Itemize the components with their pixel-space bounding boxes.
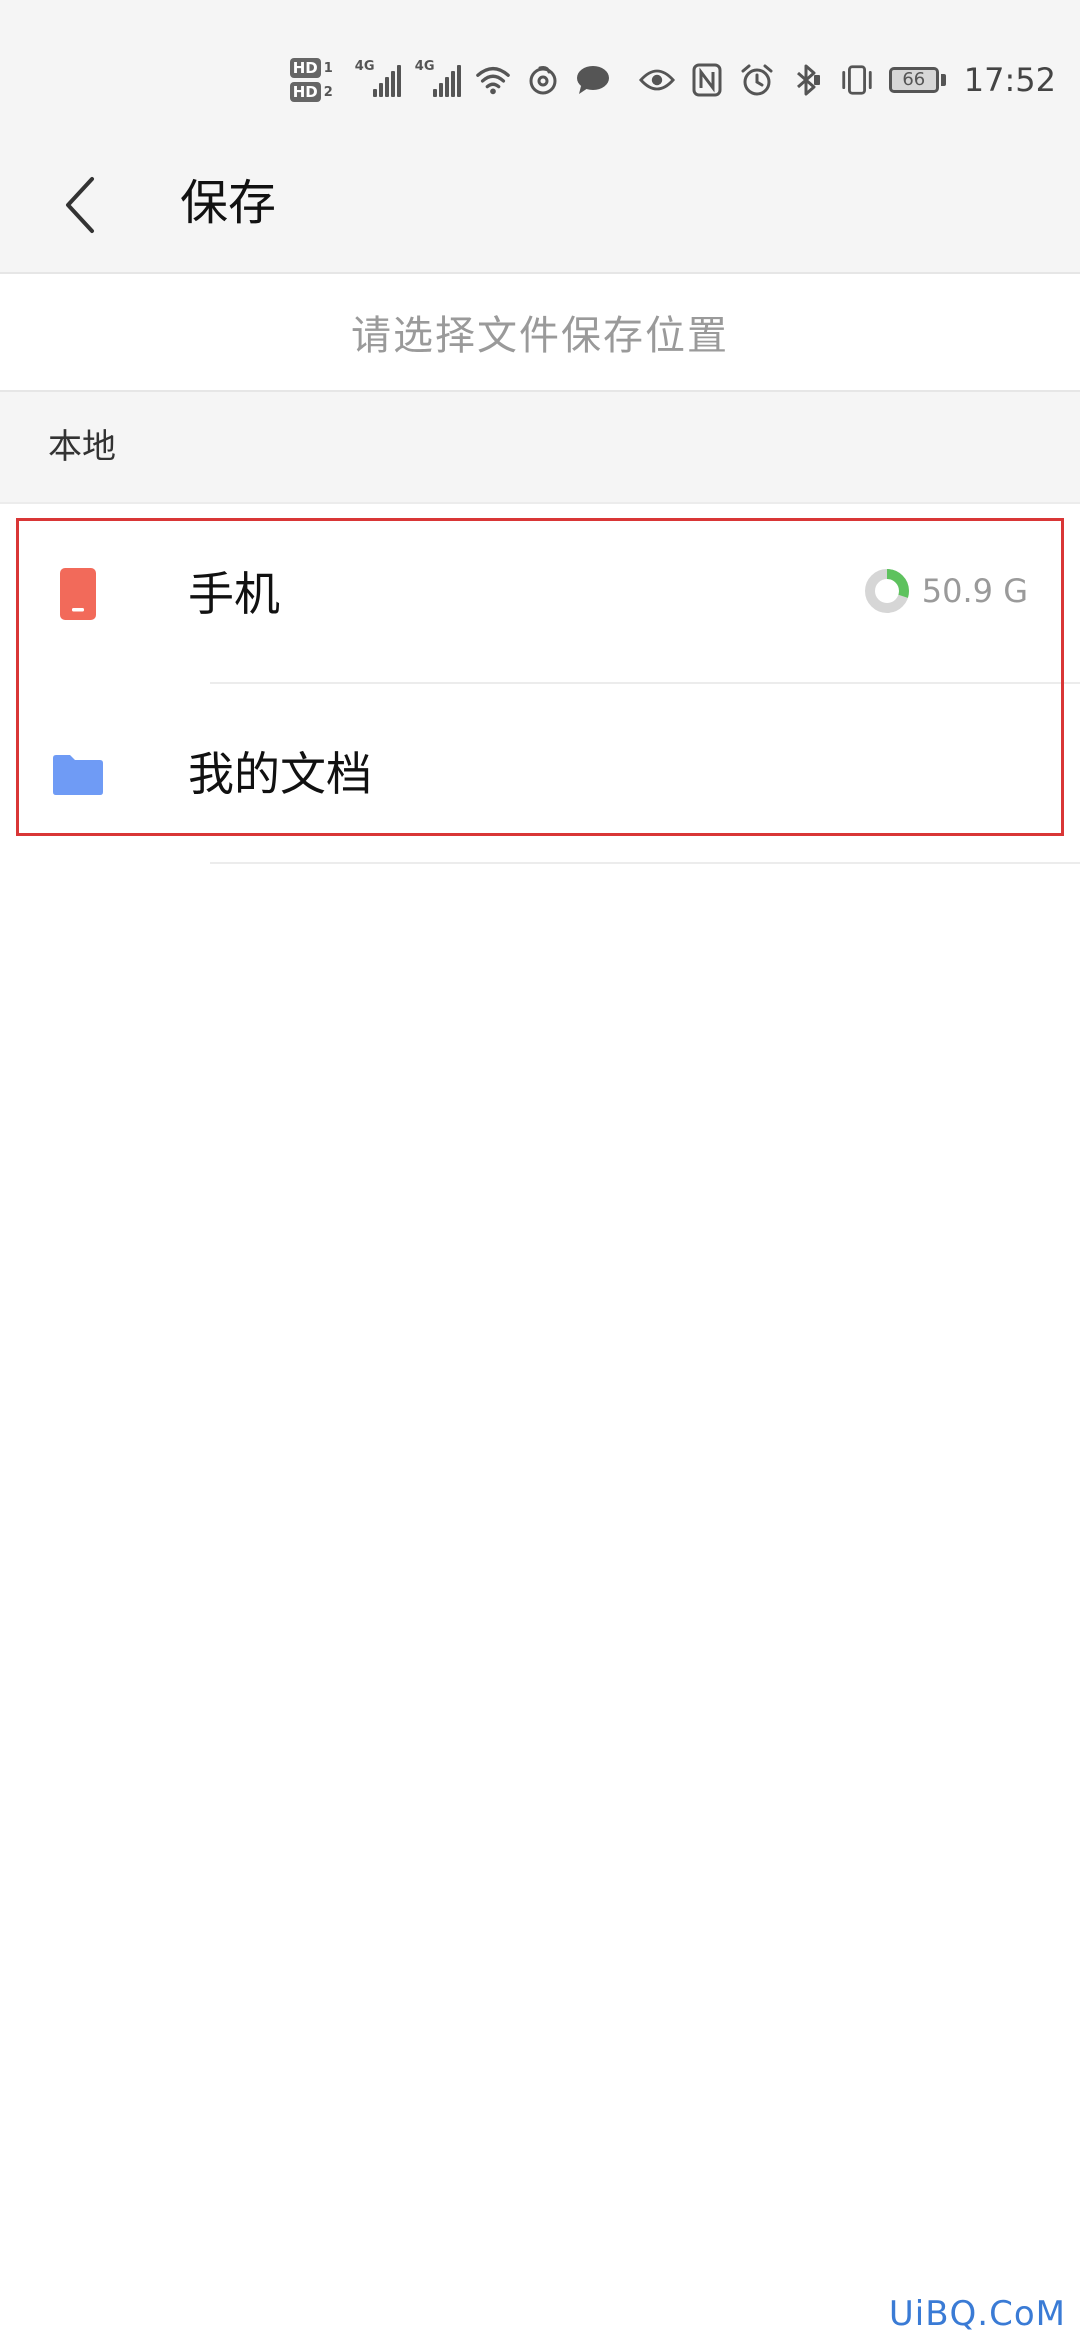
folder-icon xyxy=(53,755,103,795)
list-item-phone[interactable]: 手机 50.9 G xyxy=(0,504,1080,684)
page-title: 保存 xyxy=(180,175,277,231)
sim-number-2: 2 xyxy=(323,84,333,100)
app-header: 保存 xyxy=(0,140,1080,272)
section-title: 本地 xyxy=(48,427,116,467)
status-bar: HD 1 HD 2 4G 4G 66 17:52 xyxy=(0,0,1080,140)
location-list: 手机 50.9 G 我的文档 xyxy=(0,504,1080,864)
status-icons: HD 1 HD 2 4G 4G 66 17:52 xyxy=(289,52,1056,108)
back-button[interactable] xyxy=(50,170,110,240)
chevron-left-icon xyxy=(66,177,94,233)
signal-icon: 4G xyxy=(415,59,461,97)
sim-number-1: 1 xyxy=(323,60,333,76)
hint-text: 请选择文件保存位置 xyxy=(351,313,729,359)
phone-icon xyxy=(60,568,96,620)
status-time: 17:52 xyxy=(963,61,1056,99)
alarm-icon xyxy=(739,62,775,98)
storage-ring xyxy=(864,569,909,613)
vibrate-icon xyxy=(839,62,875,98)
eye-icon xyxy=(638,62,675,98)
bluetooth-icon xyxy=(789,62,825,98)
storage-info: 50.9 G xyxy=(864,568,1028,614)
hd-icon: HD 1 HD 2 xyxy=(289,58,333,102)
hd-label-1: HD xyxy=(289,58,321,78)
battery-level: 66 xyxy=(888,67,939,93)
network-label-1: 4G xyxy=(354,59,375,74)
network-label-2: 4G xyxy=(414,59,435,74)
netease-music-icon xyxy=(525,62,561,98)
signal-icon: 4G xyxy=(355,59,401,97)
chat-bubble-icon xyxy=(575,62,611,98)
nfc-icon xyxy=(689,62,725,98)
section-header-local: 本地 xyxy=(0,392,1080,504)
hd-label-2: HD xyxy=(289,82,321,102)
watermark: UiBQ.CoM xyxy=(888,2294,1066,2334)
hint-row: 请选择文件保存位置 xyxy=(0,272,1080,392)
wifi-icon xyxy=(475,62,511,98)
list-item-label: 手机 xyxy=(188,567,280,621)
storage-size: 50.9 G xyxy=(921,572,1028,610)
list-item-label: 我的文档 xyxy=(188,747,372,801)
battery-icon: 66 xyxy=(888,67,946,93)
divider xyxy=(210,862,1080,864)
list-item-my-documents[interactable]: 我的文档 xyxy=(0,684,1080,864)
